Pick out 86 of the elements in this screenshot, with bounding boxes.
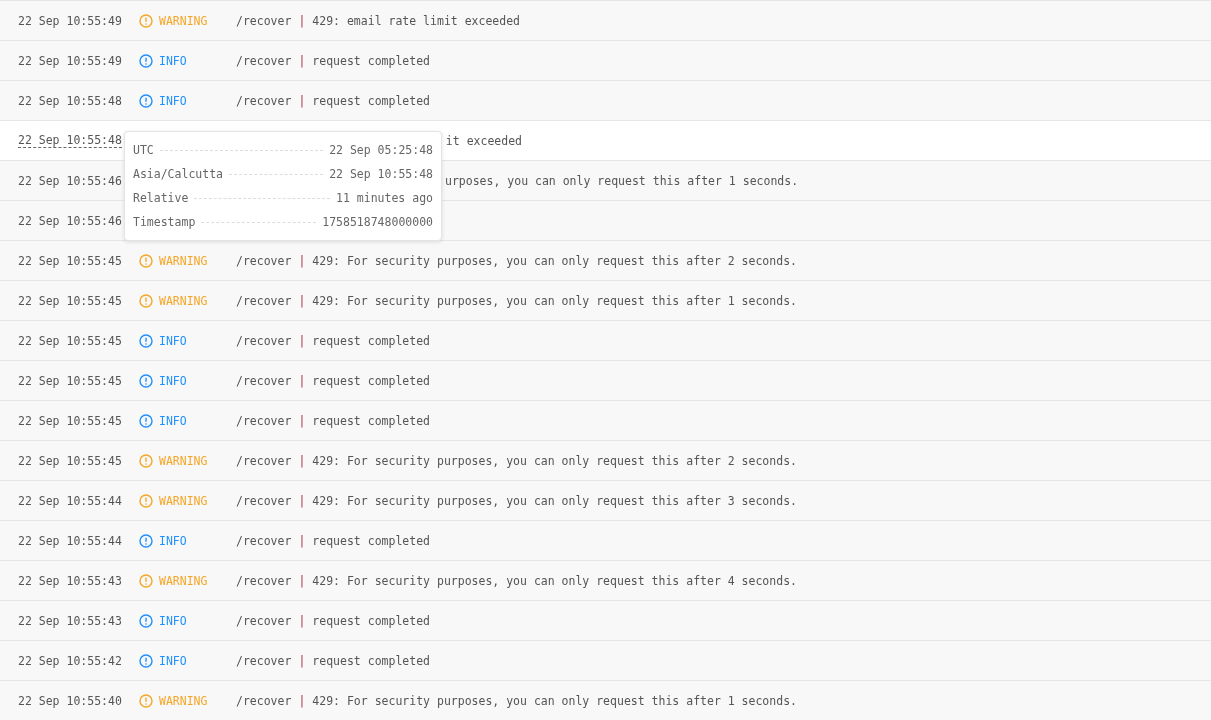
log-path: /recover (236, 13, 292, 28)
timestamp[interactable]: 22 Sep 10:55:45 (18, 253, 139, 268)
separator: | (298, 93, 306, 108)
log-path: /recover (236, 693, 292, 708)
separator: | (298, 13, 306, 28)
log-path: /recover (236, 93, 292, 108)
log-path: /recover (236, 333, 292, 348)
timestamp[interactable]: 22 Sep 10:55:43 (18, 613, 139, 628)
timestamp[interactable]: 22 Sep 10:55:45 (18, 413, 139, 428)
separator: | (298, 453, 306, 468)
tooltip-value: 1758518748000000 (322, 215, 433, 229)
timestamp[interactable]: 22 Sep 10:55:49 (18, 53, 139, 68)
timestamp[interactable]: 22 Sep 10:55:44 (18, 533, 139, 548)
level-label: INFO (159, 333, 187, 348)
timestamp[interactable]: 22 Sep 10:55:43 (18, 573, 139, 588)
log-message: 429: email rate limit exceeded (312, 13, 521, 28)
level-label: INFO (159, 413, 187, 428)
log-message: request completed (312, 613, 431, 628)
log-message: request completed (312, 373, 431, 388)
level-label: INFO (159, 533, 187, 548)
timestamp[interactable]: 22 Sep 10:55:49 (18, 13, 139, 28)
separator: | (298, 693, 306, 708)
log-path: /recover (236, 613, 292, 628)
level-label: INFO (159, 653, 187, 668)
timestamp[interactable]: 22 Sep 10:55:42 (18, 653, 139, 668)
tooltip-label: Asia/Calcutta (133, 167, 223, 181)
log-path: /recover (236, 573, 292, 588)
log-path: /recover (236, 253, 292, 268)
timestamp[interactable]: 22 Sep 10:55:45 (18, 453, 139, 468)
timestamp[interactable]: 22 Sep 10:55:40 (18, 693, 139, 708)
tooltip-label: Relative (133, 191, 189, 205)
separator: | (298, 253, 306, 268)
log-message: request completed (312, 533, 431, 548)
log-path: /recover (236, 293, 292, 308)
separator: | (298, 613, 306, 628)
separator: | (298, 333, 306, 348)
tooltip-value: 22 Sep 05:25:48 (329, 143, 433, 157)
log-message: request completed (312, 53, 431, 68)
level-label: INFO (159, 613, 187, 628)
timestamp[interactable]: 22 Sep 10:55:48 (18, 93, 139, 108)
log-message: 429: For security purposes, you can only request this after 3 seconds. (312, 493, 797, 508)
log-path: /recover (236, 653, 292, 668)
tooltip-value: 11 minutes ago (336, 191, 433, 205)
level-label: INFO (159, 93, 187, 108)
log-path: /recover (236, 373, 292, 388)
timestamp[interactable]: 22 Sep 10:55:48 (18, 133, 122, 148)
level-label: WARNING (159, 293, 208, 308)
log-message: request completed (312, 413, 431, 428)
log-message: 429: For security purposes, you can only request this after 1 seconds. (312, 293, 797, 308)
level-label: WARNING (159, 693, 208, 708)
level-label: WARNING (159, 13, 208, 28)
log-message: 429: For security purposes, you can only request this after 2 seconds. (312, 453, 797, 468)
log-message: request completed (312, 93, 431, 108)
separator: | (298, 413, 306, 428)
log-message: urposes, you can only request this after 1 seconds. (445, 173, 799, 188)
separator: | (298, 573, 306, 588)
log-message: 429: For security purposes, you can only request this after 4 seconds. (312, 573, 797, 588)
log-path: /recover (236, 53, 292, 68)
separator: | (298, 373, 306, 388)
separator: | (298, 653, 306, 668)
separator: | (298, 293, 306, 308)
separator: | (298, 493, 306, 508)
separator: | (298, 53, 306, 68)
level-label: WARNING (159, 453, 208, 468)
level-label: WARNING (159, 253, 208, 268)
log-message: 429: For security purposes, you can only request this after 1 seconds. (312, 693, 797, 708)
log-message: request completed (312, 333, 431, 348)
timestamp[interactable]: 22 Sep 10:55:45 (18, 333, 139, 348)
log-path: /recover (236, 533, 292, 548)
tooltip-label: UTC (133, 143, 154, 157)
level-label: INFO (159, 53, 187, 68)
log-message: request completed (312, 653, 431, 668)
timestamp[interactable]: 22 Sep 10:55:44 (18, 493, 139, 508)
tooltip-value: 22 Sep 10:55:48 (329, 167, 433, 181)
tooltip-label: Timestamp (133, 215, 196, 229)
log-path: /recover (236, 453, 292, 468)
level-label: INFO (159, 373, 187, 388)
separator: | (298, 533, 306, 548)
level-label: WARNING (159, 573, 208, 588)
log-path: /recover (236, 413, 292, 428)
log-message: 429: For security purposes, you can only request this after 2 seconds. (312, 253, 797, 268)
log-path: /recover (236, 493, 292, 508)
log-message: it exceeded (445, 133, 523, 148)
timestamp[interactable]: 22 Sep 10:55:45 (18, 373, 139, 388)
timestamp[interactable]: 22 Sep 10:55:45 (18, 293, 139, 308)
level-label: WARNING (159, 493, 208, 508)
